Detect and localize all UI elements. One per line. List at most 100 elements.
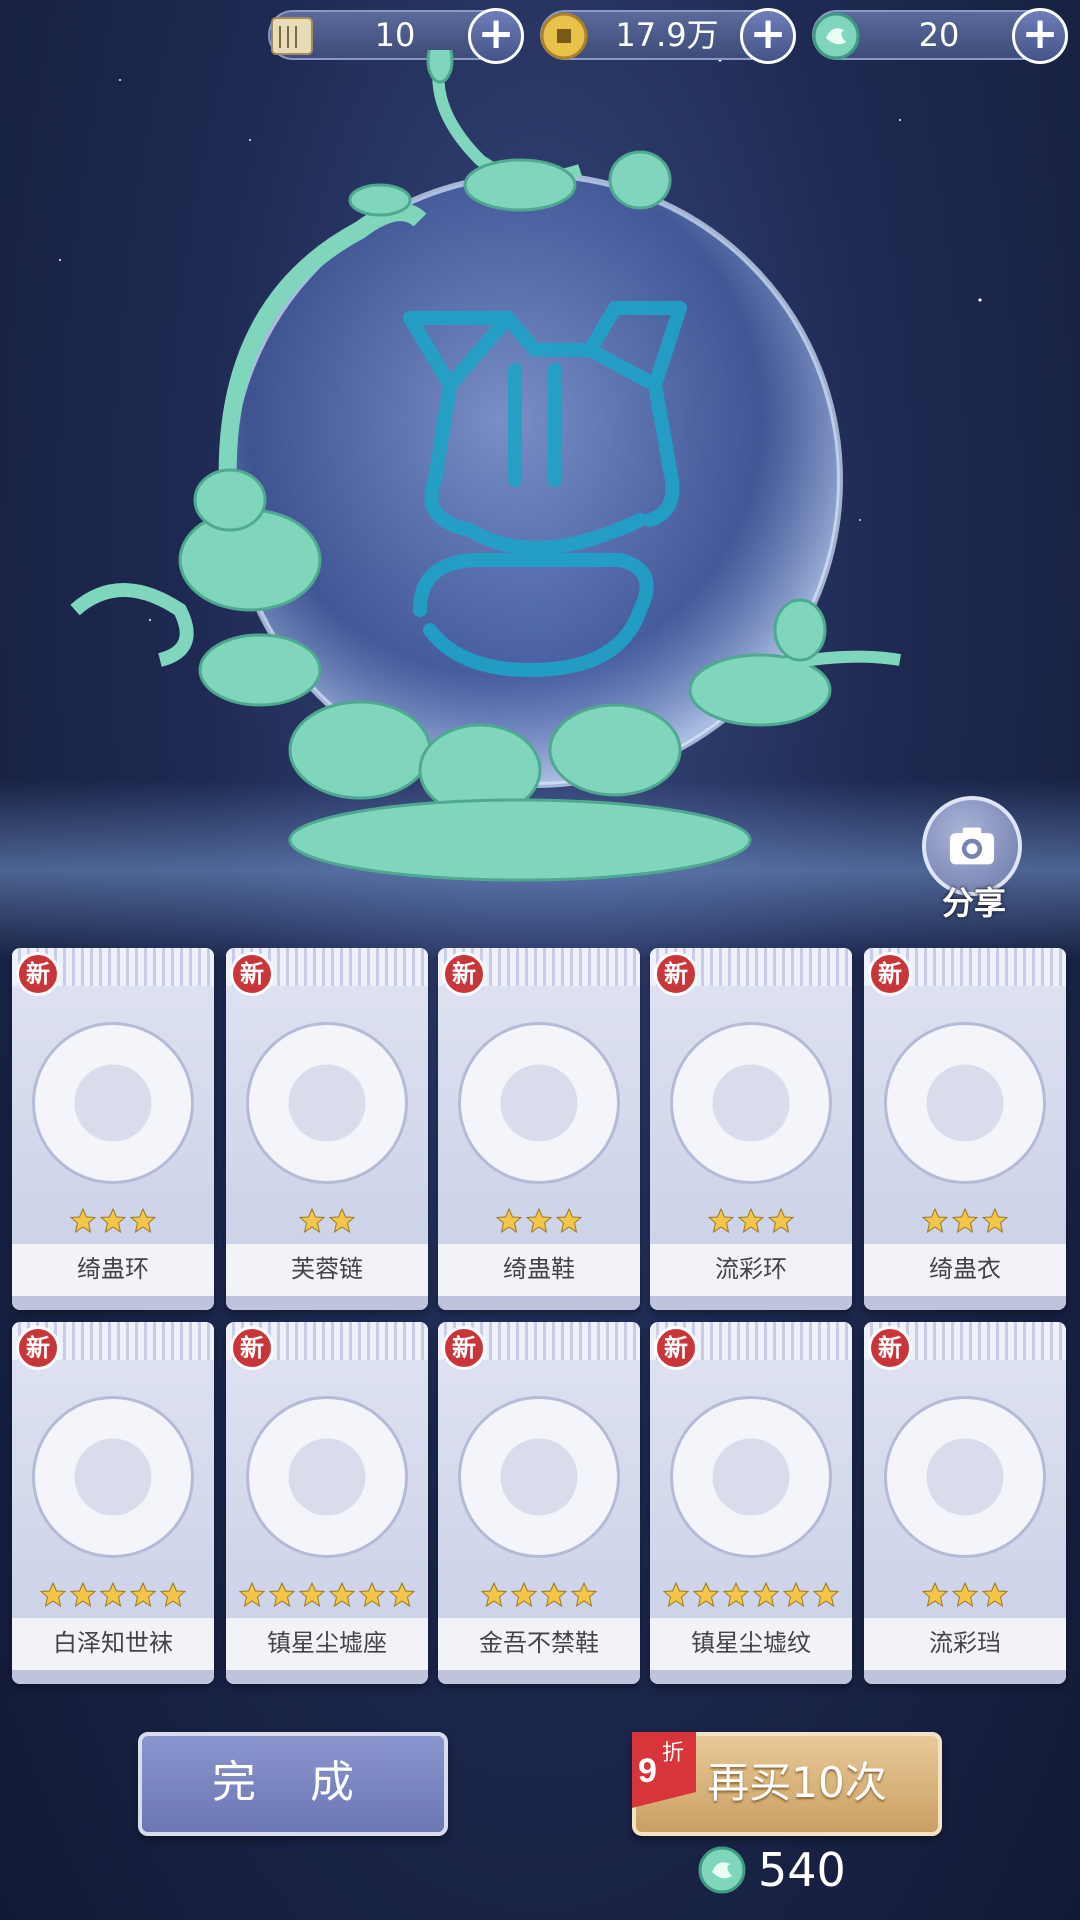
reward-card[interactable]: 新绮蛊鞋 bbox=[438, 948, 640, 1310]
new-badge: 新 bbox=[868, 1326, 912, 1370]
item-image-frame bbox=[458, 1396, 620, 1558]
new-badge: 新 bbox=[654, 952, 698, 996]
star-icon bbox=[40, 1582, 66, 1608]
new-badge: 新 bbox=[868, 952, 912, 996]
item-name: 绮蛊衣 bbox=[864, 1244, 1066, 1296]
new-badge: 新 bbox=[230, 952, 274, 996]
star-icon bbox=[738, 1208, 764, 1234]
star-icon bbox=[299, 1582, 325, 1608]
star-rating bbox=[12, 1208, 214, 1238]
item-image-frame bbox=[32, 1022, 194, 1184]
item-name: 芙蓉链 bbox=[226, 1244, 428, 1296]
item-icon bbox=[712, 1064, 790, 1142]
item-icon bbox=[500, 1438, 578, 1516]
star-icon bbox=[982, 1208, 1008, 1234]
done-button-label: 完 成 bbox=[212, 1757, 374, 1808]
star-rating bbox=[438, 1582, 640, 1612]
star-icon bbox=[329, 1582, 355, 1608]
item-name: 流彩珰 bbox=[864, 1618, 1066, 1670]
star-icon bbox=[359, 1582, 385, 1608]
star-icon bbox=[952, 1582, 978, 1608]
star-icon bbox=[526, 1208, 552, 1234]
star-icon bbox=[922, 1582, 948, 1608]
reward-card[interactable]: 新镇星尘墟座 bbox=[226, 1322, 428, 1684]
card-bottom-edge bbox=[226, 1670, 428, 1684]
star-icon bbox=[571, 1582, 597, 1608]
star-icon bbox=[663, 1582, 689, 1608]
star-icon bbox=[481, 1582, 507, 1608]
card-bottom-edge bbox=[864, 1296, 1066, 1310]
star-icon bbox=[130, 1208, 156, 1234]
discount-number: 9 bbox=[638, 1752, 657, 1790]
card-bottom-edge bbox=[12, 1670, 214, 1684]
star-icon bbox=[160, 1582, 186, 1608]
item-image-frame bbox=[246, 1396, 408, 1558]
star-rating bbox=[650, 1582, 852, 1612]
reward-card[interactable]: 新流彩珰 bbox=[864, 1322, 1066, 1684]
item-image-frame bbox=[884, 1396, 1046, 1558]
buy-again-button[interactable]: 9 折 再买10次 bbox=[632, 1732, 942, 1836]
star-icon bbox=[556, 1208, 582, 1234]
star-icon bbox=[239, 1582, 265, 1608]
card-bottom-edge bbox=[226, 1296, 428, 1310]
item-icon bbox=[712, 1438, 790, 1516]
star-icon bbox=[753, 1582, 779, 1608]
reward-card[interactable]: 新镇星尘墟纹 bbox=[650, 1322, 852, 1684]
item-image-frame bbox=[884, 1022, 1046, 1184]
item-name: 金吾不禁鞋 bbox=[438, 1618, 640, 1670]
lotus-crystal-orb-artwork bbox=[70, 50, 901, 882]
item-icon bbox=[926, 1438, 1004, 1516]
new-badge: 新 bbox=[230, 1326, 274, 1370]
new-badge: 新 bbox=[16, 1326, 60, 1370]
item-image-frame bbox=[458, 1022, 620, 1184]
card-bottom-edge bbox=[650, 1670, 852, 1684]
star-rating bbox=[438, 1208, 640, 1238]
star-icon bbox=[496, 1208, 522, 1234]
cost-display: 540 bbox=[694, 1840, 904, 1900]
star-icon bbox=[269, 1582, 295, 1608]
star-rating bbox=[12, 1582, 214, 1612]
new-badge: 新 bbox=[16, 952, 60, 996]
discount-char: 折 bbox=[662, 1741, 684, 1766]
star-icon bbox=[130, 1582, 156, 1608]
reward-card[interactable]: 新金吾不禁鞋 bbox=[438, 1322, 640, 1684]
star-rating bbox=[226, 1582, 428, 1612]
star-icon bbox=[783, 1582, 809, 1608]
add-jade-button[interactable]: + bbox=[1012, 8, 1068, 64]
item-image-frame bbox=[246, 1022, 408, 1184]
item-image-frame bbox=[670, 1396, 832, 1558]
new-badge: 新 bbox=[442, 952, 486, 996]
star-icon bbox=[329, 1208, 355, 1234]
star-icon bbox=[982, 1582, 1008, 1608]
reward-card[interactable]: 新绮蛊衣 bbox=[864, 948, 1066, 1310]
done-button[interactable]: 完 成 bbox=[138, 1732, 448, 1836]
star-icon bbox=[299, 1208, 325, 1234]
star-icon bbox=[693, 1582, 719, 1608]
item-icon bbox=[288, 1064, 366, 1142]
card-bottom-edge bbox=[438, 1296, 640, 1310]
cost-value: 540 bbox=[758, 1843, 846, 1897]
reward-card[interactable]: 新白泽知世袜 bbox=[12, 1322, 214, 1684]
share-button[interactable]: 分享 bbox=[922, 796, 1026, 922]
star-icon bbox=[952, 1208, 978, 1234]
star-icon bbox=[100, 1582, 126, 1608]
star-icon bbox=[389, 1582, 415, 1608]
star-icon bbox=[813, 1582, 839, 1608]
item-name: 流彩环 bbox=[650, 1244, 852, 1296]
new-badge: 新 bbox=[442, 1326, 486, 1370]
item-image-frame bbox=[670, 1022, 832, 1184]
reward-card[interactable]: 新流彩环 bbox=[650, 948, 852, 1310]
item-icon bbox=[288, 1438, 366, 1516]
item-name: 镇星尘墟座 bbox=[226, 1618, 428, 1670]
discount-ribbon: 9 折 bbox=[632, 1732, 696, 1808]
reward-card[interactable]: 新芙蓉链 bbox=[226, 948, 428, 1310]
star-icon bbox=[768, 1208, 794, 1234]
star-rating bbox=[864, 1208, 1066, 1238]
reward-card[interactable]: 新绮蛊环 bbox=[12, 948, 214, 1310]
item-name: 绮蛊鞋 bbox=[438, 1244, 640, 1296]
star-rating bbox=[226, 1208, 428, 1238]
share-label: 分享 bbox=[941, 884, 1006, 922]
new-badge: 新 bbox=[654, 1326, 698, 1370]
star-icon bbox=[541, 1582, 567, 1608]
item-name: 绮蛊环 bbox=[12, 1244, 214, 1296]
